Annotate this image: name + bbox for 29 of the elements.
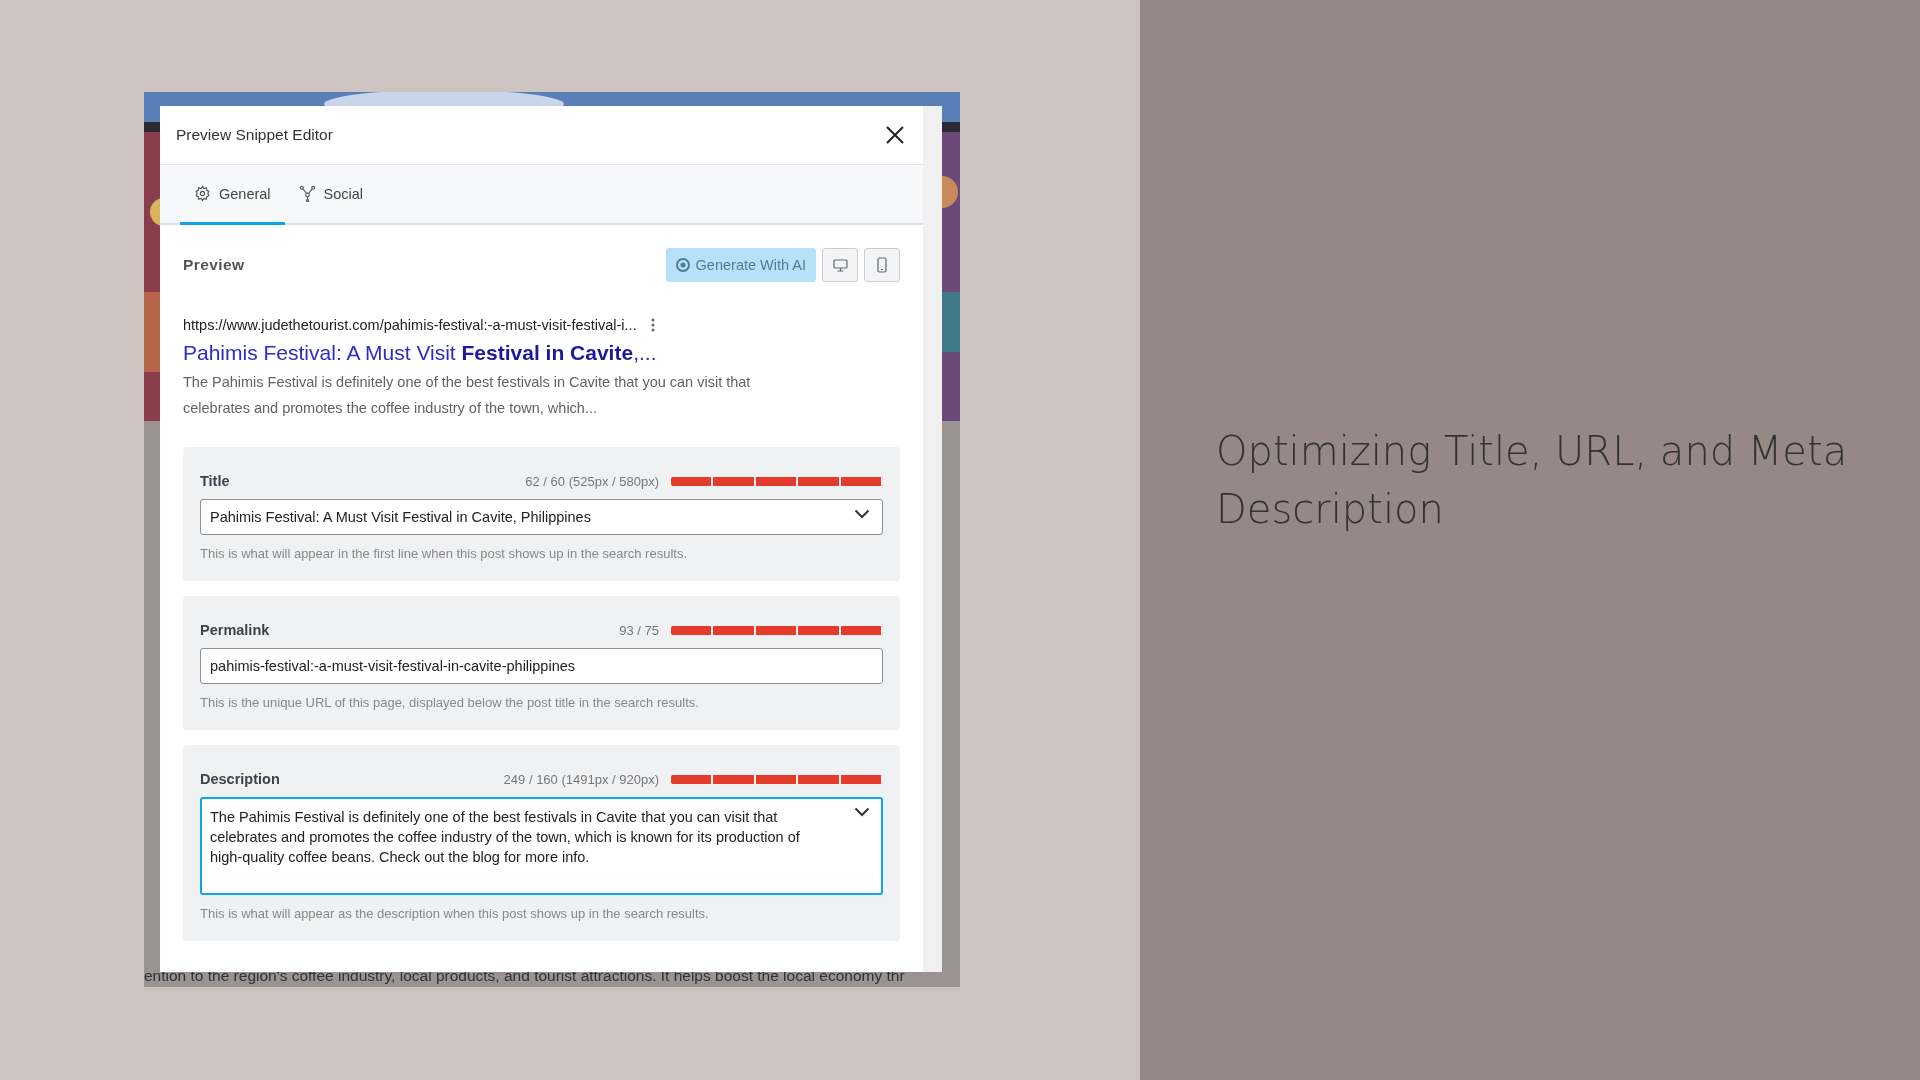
- ai-icon: [675, 258, 690, 272]
- tab[interactable]: Social: [284, 165, 378, 225]
- snippet-url: https://www.judethetourist.com/pahimis-festival:-a-must-visit-festival-i...: [183, 317, 637, 333]
- character-counter: 62 / 60 (525px / 580px): [525, 474, 659, 489]
- preview-label: Preview: [183, 256, 245, 274]
- input-field[interactable]: pahimis-festival:-a-must-visit-festival-in-cavite-philippines: [200, 648, 883, 684]
- phone-icon: [877, 257, 887, 273]
- field-label: Permalink: [200, 622, 270, 638]
- tab[interactable]: General: [180, 165, 285, 225]
- character-counter: 93 / 75: [619, 623, 659, 638]
- chevron-down-icon[interactable]: [854, 807, 870, 817]
- snippet-description: The Pahimis Festival is definitely one of the best festivals in Cavite that you can visit that celebrates and promotes the coffee industry of the town, which...: [183, 373, 752, 418]
- scrollbar[interactable]: [923, 106, 942, 972]
- dialog-title: Preview Snippet Editor: [176, 126, 333, 144]
- more-icon[interactable]: [650, 318, 655, 332]
- monitor-icon: [832, 258, 848, 272]
- character-counter: 249 / 160 (1491px / 920px): [503, 772, 659, 787]
- chevron-down-icon[interactable]: [854, 509, 870, 519]
- slide-heading: Optimizing Title, URL, and Meta Description: [1216, 427, 1849, 534]
- description-textarea[interactable]: The Pahimis Festival is definitely one of the best festivals in Cavite that you can visit that celebrates and promotes the coffee industry of the town, which is known for its production of high-quality coffee beans. Check out the blog for more info.: [200, 797, 883, 895]
- share-icon: [298, 185, 316, 202]
- field-label: Description: [200, 771, 280, 787]
- snippet-title: Pahimis Festival: A Must Visit Festival in Cavite,...: [183, 341, 658, 365]
- field-label: Title: [200, 473, 230, 489]
- title-select-field[interactable]: Pahimis Festival: A Must Visit Festival in Cavite, Philippines: [200, 499, 883, 535]
- settings-icon: [194, 185, 211, 202]
- help-text: This is what will appear in the first line when this post shows up in the search results.: [200, 546, 688, 561]
- help-text: This is the unique URL of this page, displayed below the post title in the search results.: [200, 695, 700, 710]
- help-text: This is what will appear as the description when this post shows up in the search results.: [200, 906, 710, 921]
